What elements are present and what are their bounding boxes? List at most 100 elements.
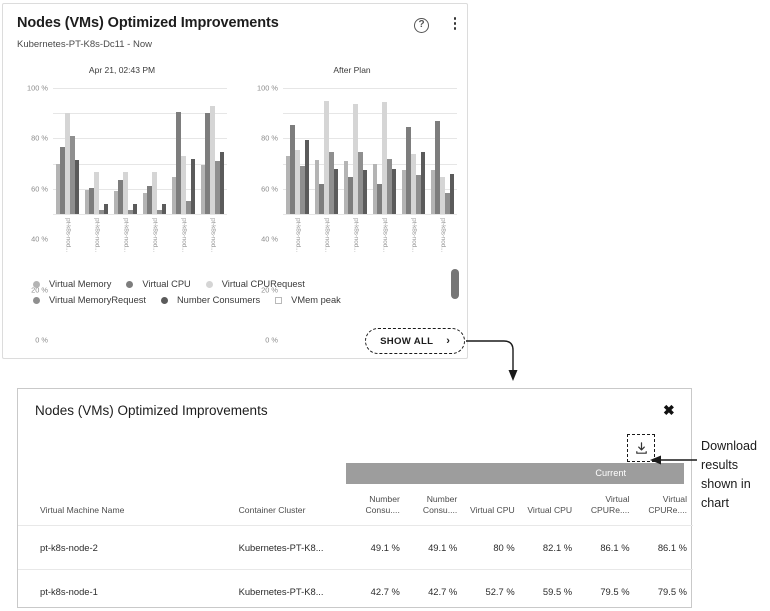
- chart-bar: [186, 201, 191, 214]
- chart-bar: [176, 111, 181, 214]
- chart-bar: [285, 156, 290, 214]
- chart-bar: [440, 177, 445, 214]
- chart-bar-group: pt-k8s-nod...: [370, 88, 399, 252]
- legend-item[interactable]: VMem peak: [275, 295, 341, 305]
- chevron-right-icon: ›: [446, 334, 450, 347]
- chart-bar: [200, 164, 205, 214]
- legend-dot-icon: [126, 280, 134, 288]
- close-icon[interactable]: ✖: [663, 403, 675, 417]
- chart-x-tick: pt-k8s-nod...: [209, 218, 216, 253]
- chart-bar: [324, 100, 329, 214]
- table-cell: 42.7 %: [405, 569, 464, 611]
- chart-bar-group: pt-k8s-nod...: [82, 88, 111, 252]
- chart-bar-group: pt-k8s-nod...: [399, 88, 428, 252]
- chart-bar: [377, 183, 382, 214]
- table-row[interactable]: pt-k8s-node-1 Kubernetes-PT-K8... 42.7 % 42…: [18, 569, 693, 611]
- table-column-header[interactable]: Virtual Machine Name: [18, 485, 233, 526]
- chart-gridline: 0 %: [265, 214, 457, 345]
- chart-x-tick: pt-k8s-nod...: [64, 218, 71, 253]
- chart-bar-group: pt-k8s-nod...: [283, 88, 312, 252]
- table-column-header[interactable]: Number Consu....: [348, 485, 406, 526]
- table-cell: 49.1 %: [405, 525, 464, 570]
- legend-label: Number Consumers: [176, 295, 261, 305]
- table-cell: 42.7 %: [348, 569, 406, 611]
- charts-container: Apr 21, 02:43 PM 0 % 20 % 40 % 60 % 80 % 100 …: [3, 62, 469, 345]
- chart-bar: [401, 169, 406, 214]
- chart-bar-group: pt-k8s-nod...: [428, 88, 457, 252]
- legend-dot-icon: [205, 280, 213, 288]
- legend-item[interactable]: Number Consumers: [160, 295, 261, 305]
- chart-title: After Plan: [333, 65, 371, 75]
- chart-bar: [191, 158, 196, 214]
- chart-bar: [406, 127, 411, 214]
- table-cell: 59.5 %: [520, 569, 579, 611]
- legend-item[interactable]: Virtual CPU: [126, 279, 191, 289]
- show-all-button[interactable]: SHOW ALL ›: [365, 328, 465, 354]
- kebab-menu-icon[interactable]: [448, 17, 462, 34]
- legend-dot-icon: [160, 296, 168, 304]
- table-cell: 79.5 %: [578, 569, 636, 611]
- chart-bar: [348, 177, 353, 214]
- chart-bar: [162, 203, 167, 214]
- table-column-header[interactable]: Virtual CPU: [520, 485, 579, 526]
- widget-scrollbar[interactable]: [451, 269, 459, 299]
- table-column-header[interactable]: Number Consu....: [405, 485, 464, 526]
- chart-after-plan: After Plan 0 % 20 % 40 % 60 % 80 % 100 % pt-k8…: [241, 62, 463, 345]
- annotation-download-note: Download results shown in chart: [701, 439, 758, 510]
- chart-bar: [353, 104, 358, 214]
- chart-bar-group: pt-k8s-nod...: [169, 88, 198, 252]
- widget-subtitle: Kubernetes-PT-K8s-Dc11 - Now: [17, 39, 152, 50]
- chart-bar: [314, 159, 319, 214]
- chart-plot-area: 0 % 20 % 40 % 60 % 80 % 100 % pt-k8s-nod... pt-…: [27, 84, 227, 345]
- chart-bar: [181, 156, 186, 214]
- table-column-header[interactable]: Virtual CPURe....: [635, 485, 693, 526]
- chart-bar: [372, 163, 377, 214]
- chart-x-tick: pt-k8s-nod...: [294, 218, 301, 253]
- chart-x-tick: pt-k8s-nod...: [352, 218, 359, 253]
- table-header-row: Virtual Machine Name Container Cluster Num…: [18, 485, 693, 526]
- chart-bar: [118, 179, 123, 214]
- legend-label: VMem peak: [291, 295, 341, 305]
- chart-bar: [411, 153, 416, 214]
- legend-label: Virtual CPURequest: [221, 279, 305, 289]
- table-cell: pt-k8s-node-1: [18, 569, 233, 611]
- table-cell: 79.5 %: [635, 569, 693, 611]
- table-cell: 86.1 %: [635, 525, 693, 570]
- chart-bar: [113, 191, 118, 214]
- table-column-header[interactable]: Virtual CPU: [463, 485, 521, 526]
- chart-bar: [142, 192, 147, 214]
- table-column-header[interactable]: Virtual CPURe....: [578, 485, 636, 526]
- chart-bar: [358, 152, 363, 214]
- chart-plot-area: 0 % 20 % 40 % 60 % 80 % 100 % pt-k8s-nod... pt-…: [257, 84, 457, 345]
- help-circle-icon[interactable]: ?: [414, 18, 429, 33]
- table-row[interactable]: pt-k8s-node-2 Kubernetes-PT-K8... 49.1 % 49…: [18, 525, 693, 570]
- chart-bar: [84, 190, 89, 214]
- table-column-header[interactable]: Container Cluster: [232, 485, 349, 526]
- chart-bar: [319, 183, 324, 214]
- widget-card: Nodes (VMs) Optimized Improvements Kuber…: [2, 3, 468, 359]
- chart-bar: [445, 192, 450, 214]
- chart-bar: [171, 177, 176, 214]
- chart-y-tick: 0 %: [35, 335, 48, 345]
- chart-bar: [220, 152, 225, 214]
- chart-bar: [123, 172, 128, 214]
- legend-label: Virtual CPU: [142, 279, 191, 289]
- column-group-label: Current: [595, 468, 626, 478]
- legend-item[interactable]: Virtual MemoryRequest: [33, 295, 146, 305]
- legend-label: Virtual MemoryRequest: [49, 295, 146, 305]
- table-cell: 80 %: [463, 525, 521, 570]
- chart-x-tick: pt-k8s-nod...: [122, 218, 129, 253]
- chart-bar: [99, 210, 104, 214]
- chart-y-tick: 0 %: [265, 335, 278, 345]
- page-title: Nodes (VMs) Optimized Improvements: [17, 15, 279, 31]
- chart-bar: [65, 113, 70, 214]
- chart-legend: Virtual Memory Virtual CPU Virtual CPURequ…: [33, 276, 443, 308]
- table-cell: 82.1 %: [520, 525, 579, 570]
- legend-item[interactable]: Virtual CPURequest: [205, 279, 305, 289]
- chart-bar: [343, 161, 348, 214]
- download-button[interactable]: [627, 434, 655, 462]
- chart-bar-group: pt-k8s-nod...: [111, 88, 140, 252]
- chart-bar: [382, 101, 387, 214]
- chart-bar: [157, 210, 162, 214]
- legend-item[interactable]: Virtual Memory: [33, 279, 111, 289]
